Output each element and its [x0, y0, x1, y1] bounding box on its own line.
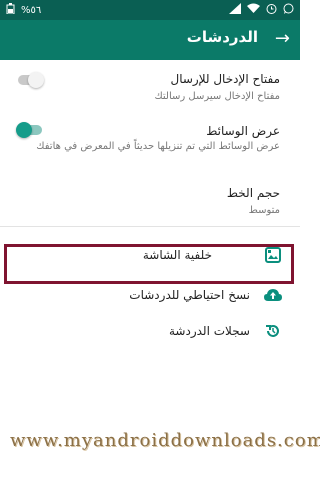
- arrow-right-icon[interactable]: →: [275, 28, 290, 49]
- battery-percent: %٥٦: [21, 4, 42, 16]
- enter-to-send-toggle[interactable]: [18, 72, 44, 88]
- battery-icon: [6, 3, 15, 17]
- setting-title: مفتاح الإدخال للإرسال: [170, 72, 280, 86]
- setting-subtitle: عرض الوسائط التي تم تنزيلها حديثاً في ال…: [36, 141, 280, 152]
- setting-media-visibility[interactable]: عرض الوسائط عرض الوسائط التي تم تنزيلها …: [0, 120, 300, 170]
- cloud-upload-icon: [264, 286, 282, 304]
- setting-chat-history[interactable]: سجلات الدردشة: [0, 320, 300, 348]
- setting-title: حجم الخط: [226, 186, 280, 200]
- alarm-icon: [266, 3, 277, 17]
- divider: [0, 226, 300, 227]
- toggle-knob: [28, 72, 44, 88]
- history-icon: [264, 322, 282, 340]
- status-bar: %٥٦: [0, 0, 300, 20]
- setting-backup[interactable]: نسخ احتياطي للدردشات: [0, 284, 300, 312]
- wifi-icon: [247, 3, 260, 17]
- watermark: www.myandroiddownloads.com: [10, 430, 320, 451]
- setting-enter-to-send[interactable]: مفتاح الإدخال للإرسال مفتاح الإدخال سيرس…: [0, 68, 300, 106]
- whatsapp-icon: [283, 3, 294, 17]
- toggle-knob: [16, 122, 32, 138]
- setting-font-size[interactable]: حجم الخط متوسط: [0, 182, 300, 218]
- app-bar: → الدردشات: [0, 20, 300, 60]
- page-title: الدردشات: [186, 28, 258, 46]
- setting-title: عرض الوسائط: [206, 124, 280, 138]
- signal-icon: [229, 3, 241, 17]
- setting-value: متوسط: [248, 205, 280, 216]
- setting-label: سجلات الدردشة: [169, 324, 250, 338]
- setting-subtitle: مفتاح الإدخال سيرسل رسالتك: [154, 91, 280, 102]
- setting-label: نسخ احتياطي للدردشات: [129, 288, 250, 302]
- media-visibility-toggle[interactable]: [16, 122, 42, 138]
- highlight-box: [4, 244, 294, 284]
